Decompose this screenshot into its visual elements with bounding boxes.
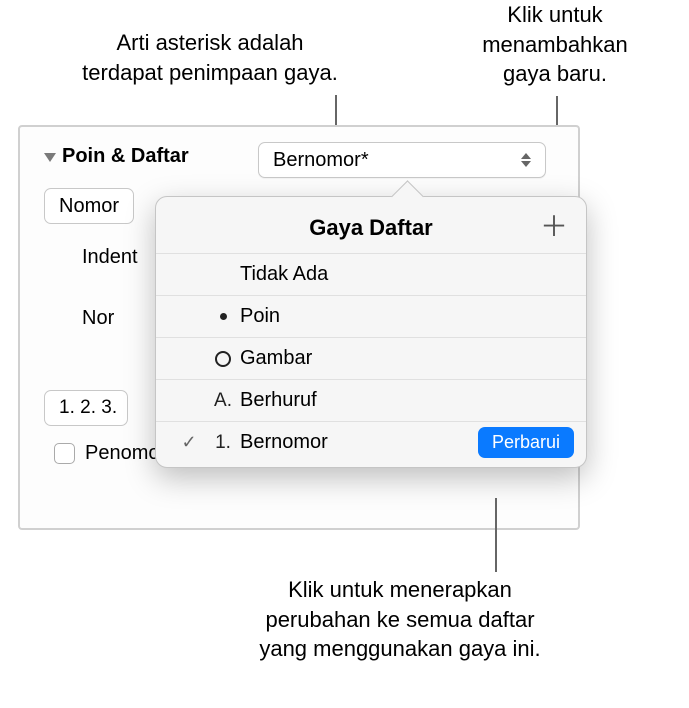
callout-text: Klik untuk menerapkan bbox=[288, 577, 512, 602]
selected-style-label: Bernomor* bbox=[273, 149, 369, 172]
list-styles-popover: Gaya Daftar ＋ Tidak Ada Poin Gambar A. B… bbox=[155, 196, 587, 468]
callout-text: yang menggunakan gaya ini. bbox=[259, 636, 540, 661]
callout-text: gaya baru. bbox=[503, 61, 607, 86]
updown-icon bbox=[521, 153, 531, 167]
popover-header: Gaya Daftar ＋ bbox=[156, 211, 586, 253]
list-item-label: Berhuruf bbox=[240, 389, 317, 412]
number-format-label: 1. 2. 3. bbox=[59, 397, 117, 419]
list-style-select[interactable]: Bernomor* bbox=[258, 142, 546, 178]
tiered-numbering-checkbox[interactable] bbox=[54, 443, 75, 464]
number-marker: 1. bbox=[206, 432, 240, 454]
callout-text: terdapat penimpaan gaya. bbox=[82, 60, 338, 85]
list-item[interactable]: Tidak Ada bbox=[156, 253, 586, 295]
number-type-label: Nomor bbox=[59, 195, 119, 218]
list-item-label: Tidak Ada bbox=[240, 263, 328, 286]
callout-leader-line bbox=[495, 498, 497, 572]
list-item[interactable]: Poin bbox=[156, 295, 586, 337]
add-style-button[interactable]: ＋ bbox=[540, 213, 568, 241]
callout-text: Klik untuk bbox=[507, 2, 602, 27]
list-item[interactable]: Gambar bbox=[156, 337, 586, 379]
chevron-down-icon bbox=[44, 153, 56, 162]
callout-asterisk: Arti asterisk adalah terdapat penimpaan … bbox=[50, 28, 370, 87]
number-type-select[interactable]: Nomor bbox=[44, 188, 134, 224]
section-title: Poin & Daftar bbox=[62, 145, 189, 168]
number-format-select[interactable]: 1. 2. 3. bbox=[44, 390, 128, 426]
list-item[interactable]: ✓ 1. Bernomor Perbarui bbox=[156, 421, 586, 463]
list-item[interactable]: A. Berhuruf bbox=[156, 379, 586, 421]
style-list: Tidak Ada Poin Gambar A. Berhuruf ✓ 1. B… bbox=[156, 253, 586, 463]
list-item-label: Poin bbox=[240, 305, 280, 328]
letter-marker: A. bbox=[206, 390, 240, 412]
callout-add: Klik untuk menambahkan gaya baru. bbox=[430, 0, 680, 89]
bullet-icon bbox=[206, 313, 240, 320]
image-bullet-icon bbox=[206, 351, 240, 367]
list-item-label: Bernomor bbox=[240, 431, 328, 454]
update-style-button[interactable]: Perbarui bbox=[478, 427, 574, 458]
callout-update: Klik untuk menerapkan perubahan ke semua… bbox=[230, 575, 570, 664]
callout-text: Arti asterisk adalah bbox=[116, 30, 303, 55]
callout-text: menambahkan bbox=[482, 32, 628, 57]
callout-text: perubahan ke semua daftar bbox=[265, 607, 534, 632]
popover-title: Gaya Daftar bbox=[309, 215, 433, 241]
list-item-label: Gambar bbox=[240, 347, 312, 370]
check-icon: ✓ bbox=[172, 432, 206, 453]
